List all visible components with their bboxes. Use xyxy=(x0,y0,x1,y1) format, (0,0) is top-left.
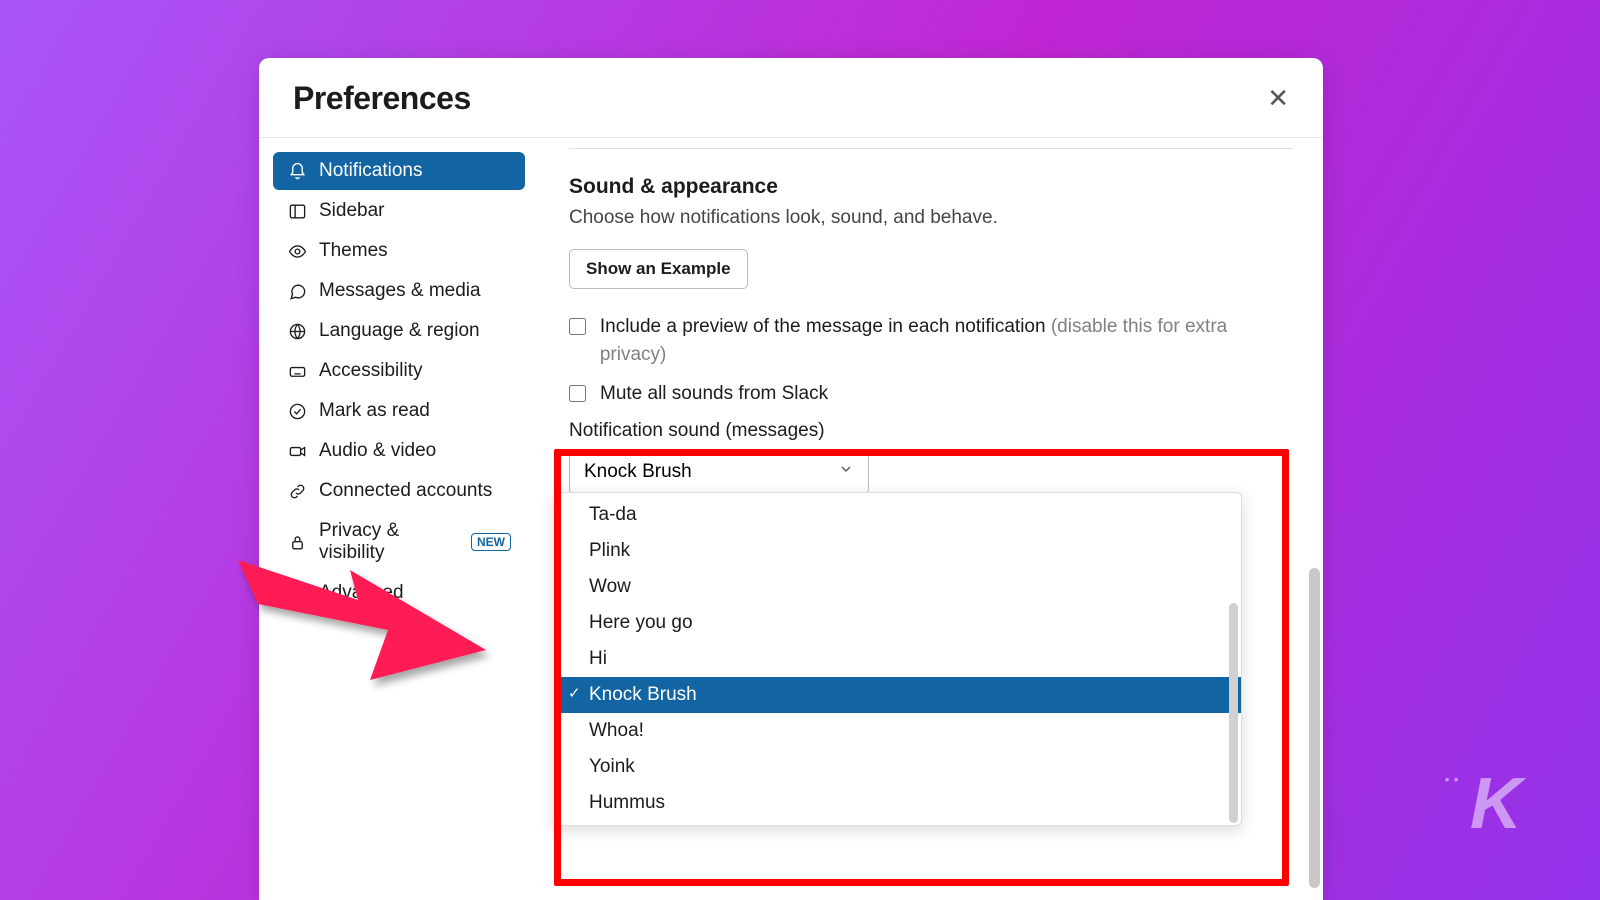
link-icon xyxy=(287,481,307,501)
sound-select[interactable]: Knock Brush xyxy=(569,450,869,494)
show-example-button[interactable]: Show an Example xyxy=(569,249,748,289)
sidebar-label: Connected accounts xyxy=(319,480,492,502)
watermark-logo: ∙∙K xyxy=(1470,763,1522,845)
divider xyxy=(569,148,1293,149)
main-scrollbar[interactable] xyxy=(1309,568,1320,888)
sidebar-item-sidebar[interactable]: Sidebar xyxy=(273,192,525,230)
preferences-window: Preferences ✕ Notifications Sidebar Them… xyxy=(259,58,1323,900)
sound-label: Notification sound (messages) xyxy=(569,420,1293,442)
chevron-down-icon xyxy=(838,461,854,483)
mute-checkbox-row[interactable]: Mute all sounds from Slack xyxy=(569,380,1293,408)
sidebar-label: Notifications xyxy=(319,160,423,182)
sidebar-label: Themes xyxy=(319,240,388,262)
sidebar-item-connected[interactable]: Connected accounts xyxy=(273,472,525,510)
sidebar-item-language[interactable]: Language & region xyxy=(273,312,525,350)
option-whoa[interactable]: Whoa! xyxy=(555,713,1241,749)
option-knockbrush[interactable]: Knock Brush xyxy=(555,677,1241,713)
bell-icon xyxy=(287,161,307,181)
eye-icon xyxy=(287,241,307,261)
sidebar-label: Privacy & visibility xyxy=(319,520,456,564)
video-icon xyxy=(287,441,307,461)
option-wow[interactable]: Wow xyxy=(555,569,1241,605)
sidebar-item-accessibility[interactable]: Accessibility xyxy=(273,352,525,390)
sidebar-label: Mark as read xyxy=(319,400,430,422)
option-tada[interactable]: Ta-da xyxy=(555,497,1241,533)
globe-icon xyxy=(287,321,307,341)
message-icon xyxy=(287,281,307,301)
sidebar-item-advanced[interactable]: Advanced xyxy=(273,574,525,612)
option-hereyougo[interactable]: Here you go xyxy=(555,605,1241,641)
option-hummus[interactable]: Hummus xyxy=(555,785,1241,821)
preview-label: Include a preview of the message in each… xyxy=(600,313,1293,368)
window-body: Notifications Sidebar Themes Messages & … xyxy=(259,138,1323,890)
lock-icon xyxy=(287,532,307,552)
sidebar-label: Messages & media xyxy=(319,280,481,302)
titlebar: Preferences ✕ xyxy=(259,58,1323,138)
gear-icon xyxy=(287,583,307,603)
preview-checkbox-row[interactable]: Include a preview of the message in each… xyxy=(569,313,1293,368)
sidebar-label: Language & region xyxy=(319,320,480,342)
sound-selected: Knock Brush xyxy=(584,461,692,483)
window-title: Preferences xyxy=(293,80,471,117)
section-title: Sound & appearance xyxy=(569,175,1293,199)
option-plink[interactable]: Plink xyxy=(555,533,1241,569)
new-badge: NEW xyxy=(471,533,511,551)
sidebar-item-audiovideo[interactable]: Audio & video xyxy=(273,432,525,470)
dropdown-scrollbar[interactable] xyxy=(1229,603,1238,823)
keyboard-icon xyxy=(287,361,307,381)
sound-select-block: Knock Brush Ta-da Plink Wow Here you go … xyxy=(569,450,1293,494)
mute-label: Mute all sounds from Slack xyxy=(600,380,828,408)
sidebar-item-markread[interactable]: Mark as read xyxy=(273,392,525,430)
option-yoink[interactable]: Yoink xyxy=(555,749,1241,785)
sidebar-label: Sidebar xyxy=(319,200,385,222)
main-panel: Sound & appearance Choose how notificati… xyxy=(539,138,1323,890)
section-subtitle: Choose how notifications look, sound, an… xyxy=(569,207,1293,229)
sidebar-label: Audio & video xyxy=(319,440,436,462)
sidebar-item-privacy[interactable]: Privacy & visibility NEW xyxy=(273,512,525,572)
sidebar-item-notifications[interactable]: Notifications xyxy=(273,152,525,190)
preview-checkbox[interactable] xyxy=(569,318,586,335)
sidebar: Notifications Sidebar Themes Messages & … xyxy=(259,138,539,890)
sidebar-item-messages[interactable]: Messages & media xyxy=(273,272,525,310)
option-hi[interactable]: Hi xyxy=(555,641,1241,677)
close-icon[interactable]: ✕ xyxy=(1267,83,1289,114)
sidebar-label: Advanced xyxy=(319,582,404,604)
sidebar-icon xyxy=(287,201,307,221)
sidebar-item-themes[interactable]: Themes xyxy=(273,232,525,270)
check-icon xyxy=(287,401,307,421)
sound-dropdown[interactable]: Ta-da Plink Wow Here you go Hi Knock Bru… xyxy=(554,492,1242,826)
sidebar-label: Accessibility xyxy=(319,360,422,382)
mute-checkbox[interactable] xyxy=(569,385,586,402)
